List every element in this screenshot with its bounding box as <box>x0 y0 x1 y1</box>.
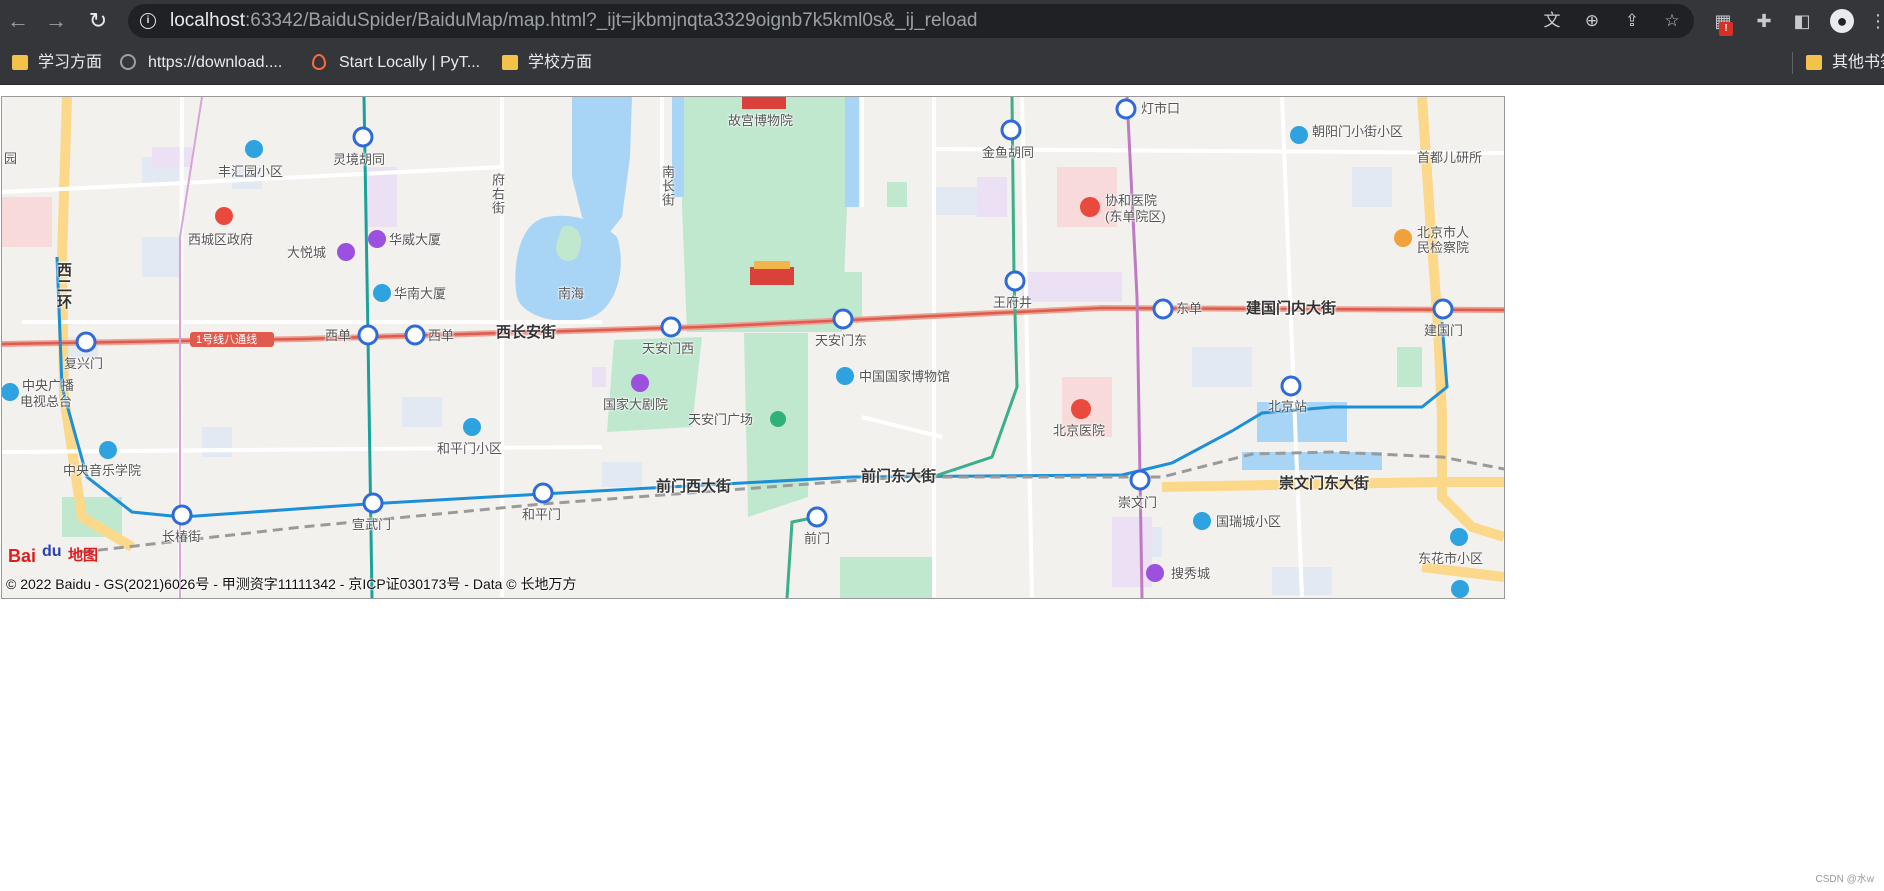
forward-arrow-icon[interactable]: → <box>44 9 68 33</box>
zoom-icon[interactable]: ⊕ <box>1582 11 1602 31</box>
place-label: 朝阳门小街小区 <box>1312 124 1404 139</box>
place-label: 西城区政府 <box>188 232 254 247</box>
place-label: 北京市人 <box>1417 225 1470 240</box>
place-label: 西单 <box>428 328 455 343</box>
puzzle-icon[interactable]: ✚ <box>1752 9 1776 33</box>
place-label: 北京医院 <box>1053 423 1106 438</box>
csdn-watermark: CSDN @水w <box>1815 874 1875 885</box>
baidu-logo: Bai du 地图 <box>8 541 100 571</box>
street-label: 府右街 <box>490 173 505 215</box>
place-label: 南海 <box>558 286 585 301</box>
url-path: :63342/BaiduSpider/BaiduMap/map.html?_ij… <box>245 10 978 31</box>
place-label: 崇文门 <box>1118 495 1158 510</box>
place-label: 华南大厦 <box>394 286 447 301</box>
place-label: 灵境胡同 <box>333 152 386 167</box>
place-label: 民检察院 <box>1417 240 1470 255</box>
place-label: 东花市小区 <box>1418 551 1484 566</box>
menu-icon[interactable]: ⋮ <box>1866 9 1884 33</box>
separator <box>1792 52 1793 74</box>
translate-icon[interactable]: 文 <box>1542 11 1562 31</box>
place-label: 天安门广场 <box>688 412 754 427</box>
bookmark-item[interactable]: Start Locally | PyT... <box>339 42 480 84</box>
logo-bai: Bai <box>8 546 37 566</box>
back-arrow-icon[interactable]: ← <box>6 9 30 33</box>
star-icon[interactable]: ☆ <box>1662 11 1682 31</box>
extension-badge: ! <box>1719 22 1733 36</box>
place-label: 西单 <box>325 328 352 343</box>
pytorch-icon <box>312 54 326 70</box>
road-label: 前门东大街 <box>861 468 937 485</box>
place-label: 大悦城 <box>287 245 327 260</box>
place-label: 园 <box>4 151 18 166</box>
road-label: 建国门内大街 <box>1246 300 1337 317</box>
place-label: 中央广播 <box>22 378 75 393</box>
sidepanel-icon[interactable]: ◧ <box>1790 9 1814 33</box>
place-label: 华威大厦 <box>389 232 442 247</box>
place-label: 故宫博物院 <box>728 113 794 128</box>
info-icon[interactable]: i <box>140 13 156 29</box>
road-label: 前门西大街 <box>656 478 732 495</box>
bookmark-item[interactable]: 学习方面 <box>38 42 102 84</box>
bookmark-item[interactable]: https://download.... <box>148 42 282 84</box>
place-label: 王府井 <box>993 295 1033 310</box>
road-label: 西长安街 <box>496 324 557 341</box>
url-text[interactable]: localhost:63342/BaiduSpider/BaiduMap/map… <box>170 4 978 38</box>
street-label: 南长街 <box>660 165 675 207</box>
reload-icon[interactable]: ↻ <box>86 9 110 33</box>
place-label: 建国门 <box>1424 323 1464 338</box>
place-label: 协和医院 <box>1105 193 1158 208</box>
place-label: 和平门小区 <box>437 441 503 456</box>
url-host: localhost <box>170 10 245 31</box>
place-label: 东单 <box>1176 301 1203 316</box>
folder-icon <box>12 55 28 70</box>
place-label: 天安门东 <box>815 333 868 348</box>
share-icon[interactable]: ⇪ <box>1622 11 1642 31</box>
bookmark-item[interactable]: 学校方面 <box>528 42 592 84</box>
baidu-map[interactable]: 故宫博物院 灯市口 朝阳门小街小区 首都儿研所 丰汇园小区 灵境胡同 金鱼胡同 … <box>1 96 1505 599</box>
other-bookmarks[interactable]: 其他书签 <box>1832 42 1884 84</box>
folder-icon <box>502 55 518 70</box>
place-label: 电视总台 <box>20 394 73 409</box>
bookmarks-bar: 学习方面 https://download.... Start Locally … <box>0 42 1884 85</box>
place-label: 金鱼胡同 <box>982 145 1035 160</box>
place-label: 国家大剧院 <box>603 397 669 412</box>
place-label: 丰汇园小区 <box>218 164 284 179</box>
place-label: 长椿街 <box>162 529 202 544</box>
place-label: 和平门 <box>522 507 562 522</box>
folder-icon <box>1806 55 1822 70</box>
place-label: 前门 <box>804 531 831 546</box>
place-label: 北京站 <box>1268 399 1308 414</box>
place-label: 中国国家博物馆 <box>859 369 951 384</box>
place-label: 天安门西 <box>642 341 695 356</box>
globe-icon <box>120 54 136 70</box>
place-label: 宣武门 <box>352 517 392 532</box>
place-label: 首都儿研所 <box>1417 150 1483 165</box>
profile-icon[interactable]: ● <box>1830 9 1854 33</box>
logo-du: du <box>42 543 62 560</box>
place-label: 灯市口 <box>1141 101 1181 116</box>
logo-map: 地图 <box>68 547 99 564</box>
address-bar[interactable]: i localhost:63342/BaiduSpider/BaiduMap/m… <box>128 4 1694 38</box>
map-copyright: © 2022 Baidu - GS(2021)6026号 - 甲测资字11111… <box>6 576 577 592</box>
street-label: 西二环 <box>55 262 72 310</box>
place-label: 复兴门 <box>64 356 104 371</box>
road-label: 崇文门东大街 <box>1279 475 1370 492</box>
browser-toolbar: ← → ↻ i localhost:63342/BaiduSpider/Baid… <box>0 0 1884 42</box>
place-label: 搜秀城 <box>1171 566 1211 581</box>
place-label: 国瑞城小区 <box>1216 514 1282 529</box>
place-label: (东单院区) <box>1105 209 1166 224</box>
place-label: 中央音乐学院 <box>63 463 142 478</box>
line-badge-label: 1号线八通线 <box>196 334 258 346</box>
